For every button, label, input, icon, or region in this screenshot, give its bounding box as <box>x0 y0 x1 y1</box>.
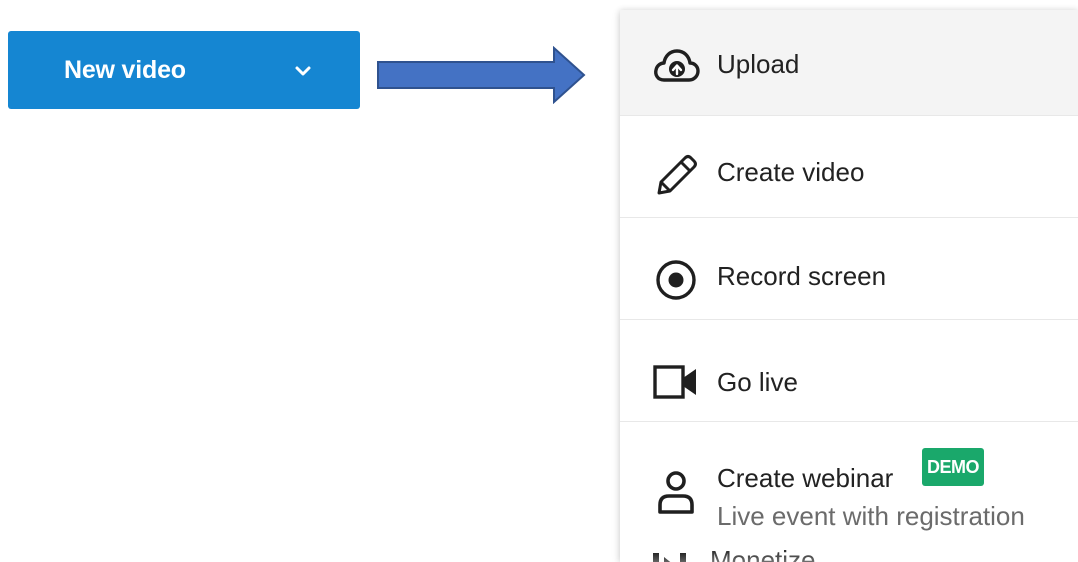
menu-item-create-video[interactable]: Create video <box>620 116 1078 218</box>
menu-item-label: Go live <box>717 367 798 397</box>
menu-fade <box>620 552 1078 562</box>
new-video-button[interactable]: New video <box>8 31 360 109</box>
menu-item-label: Record screen <box>717 261 887 291</box>
chevron-down-icon <box>295 66 311 76</box>
demo-badge: DEMO <box>922 448 984 486</box>
menu-item-label: Create webinar <box>717 463 894 493</box>
menu-item-subtitle: Live event with registration <box>717 501 1025 531</box>
person-icon <box>658 471 694 514</box>
video-camera-icon <box>653 365 696 399</box>
right-arrow-icon <box>377 46 586 104</box>
menu-item-label: Monetize <box>710 545 816 562</box>
monetize-icon <box>653 553 686 562</box>
record-icon <box>656 260 696 300</box>
new-video-label: New video <box>64 56 186 84</box>
menu-item-label: Create video <box>717 157 865 187</box>
menu-item-label: Upload <box>717 49 800 79</box>
menu-item-create-webinar[interactable]: Create webinar Live event with registrat… <box>620 422 1078 552</box>
menu-item-upload[interactable]: Upload <box>620 10 1078 116</box>
screenshot-stage: New video Upload Create video Record scr… <box>0 0 1078 562</box>
cloud-upload-icon <box>654 49 700 82</box>
pencil-icon <box>657 155 697 195</box>
new-video-menu: Upload Create video Record screen Go liv… <box>620 10 1078 562</box>
menu-item-go-live[interactable]: Go live <box>620 320 1078 422</box>
menu-item-record-screen[interactable]: Record screen <box>620 218 1078 320</box>
